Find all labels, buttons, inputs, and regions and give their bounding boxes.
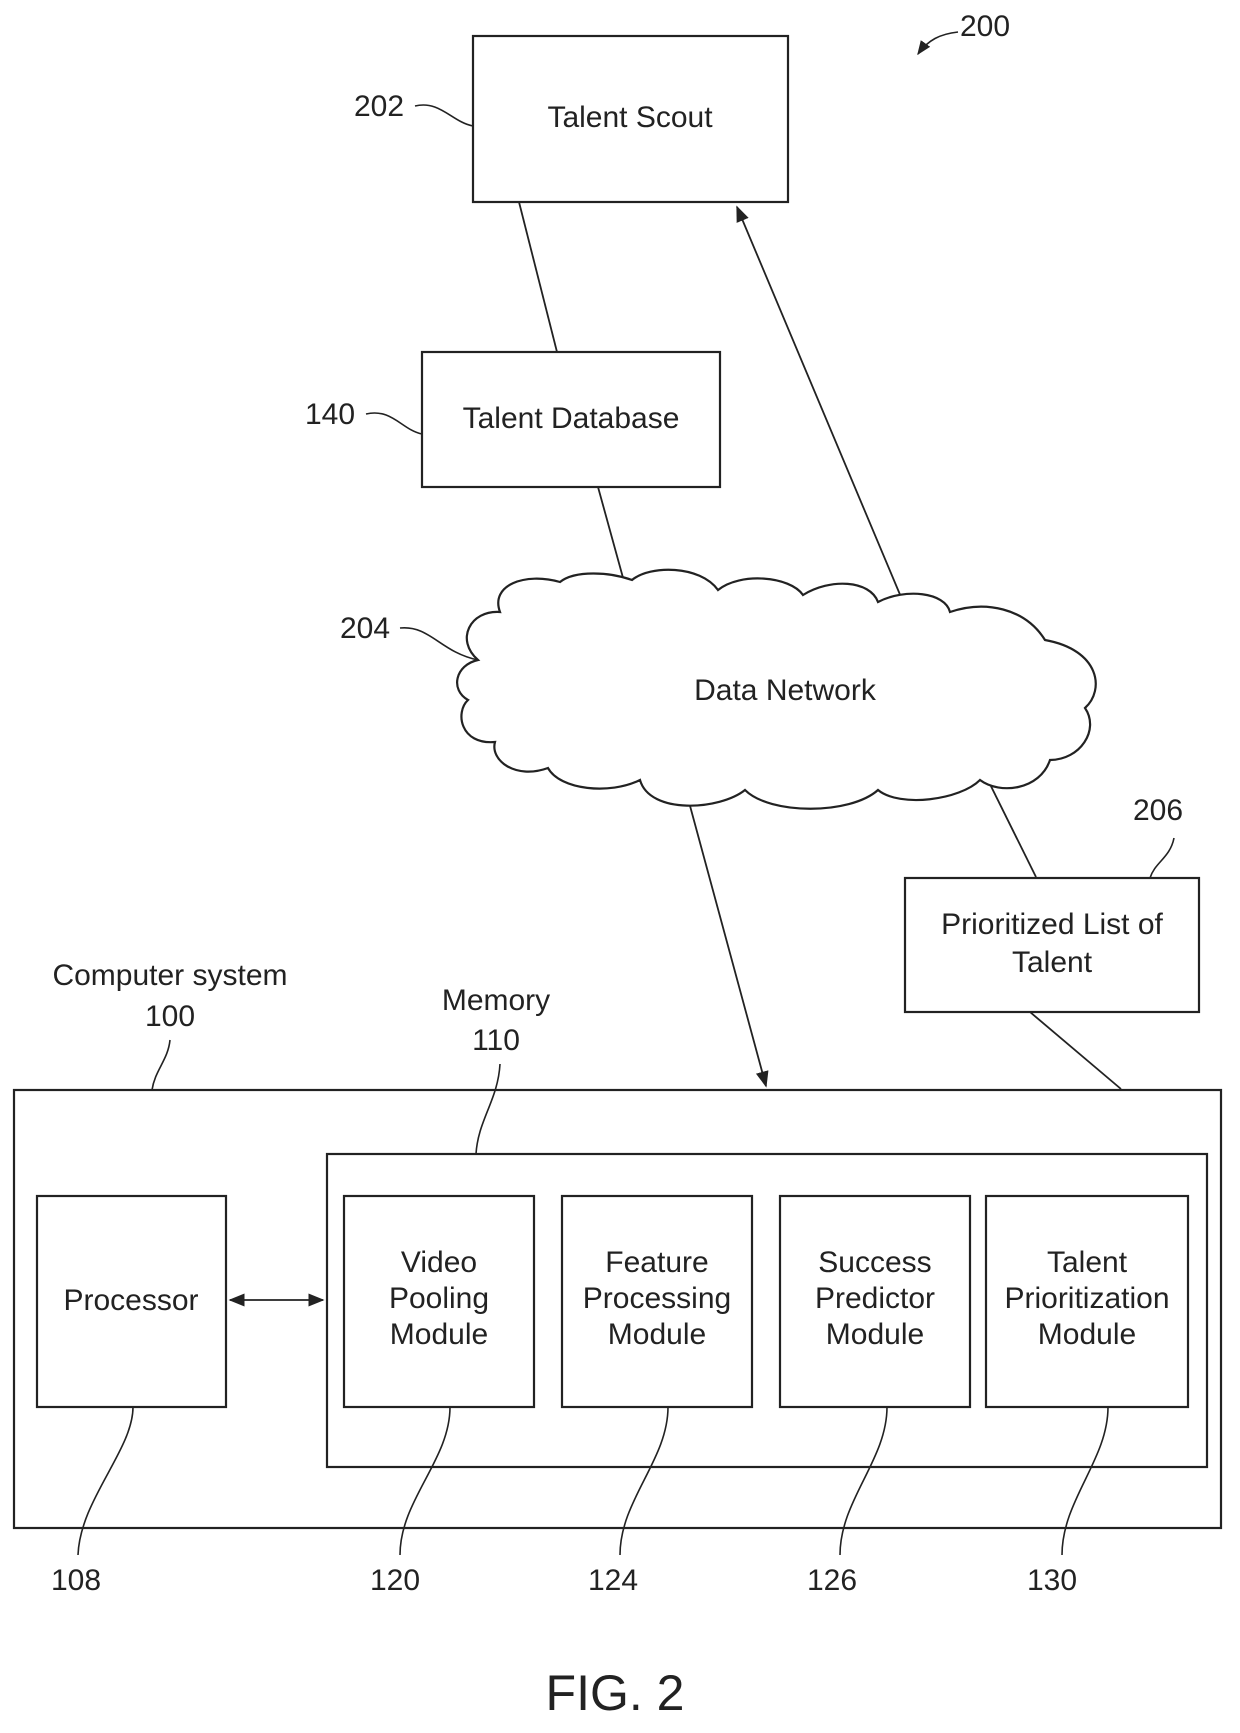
video-pooling-line3: Module: [390, 1318, 488, 1351]
module-talent-prioritization: Talent Prioritization Module 130: [984, 1194, 1190, 1597]
talent-prioritization-line3: Module: [1038, 1318, 1136, 1351]
memory-label: Memory: [442, 984, 550, 1017]
feature-processing-line1: Feature: [605, 1246, 708, 1279]
data-network-ref: 204: [340, 612, 390, 645]
computer-system-leader: [151, 1039, 171, 1091]
feature-processing-ref: 124: [588, 1564, 638, 1597]
processor-label: Processor: [63, 1284, 198, 1317]
talent-prioritization-line1: Talent: [1047, 1246, 1128, 1279]
link-network-scout-arrow: [736, 205, 902, 598]
talent-prioritization-ref: 130: [1027, 1564, 1077, 1597]
prioritized-list-ref: 206: [1133, 794, 1183, 827]
link-network-computer-arrow: [682, 779, 769, 1088]
computer-system-ref: 100: [145, 1000, 195, 1033]
computer-system-label: Computer system: [52, 959, 287, 992]
link-list-computer: [1029, 1011, 1122, 1090]
module-success-predictor: Success Predictor Module 126: [778, 1194, 972, 1597]
success-predictor-line2: Predictor: [815, 1282, 935, 1315]
prioritized-list-leader: [1149, 837, 1175, 879]
feature-processing-line2: Processing: [583, 1282, 731, 1315]
success-predictor-ref: 126: [807, 1564, 857, 1597]
prioritized-list-box: [903, 876, 1201, 1014]
video-pooling-line2: Pooling: [389, 1282, 489, 1315]
video-pooling-line1: Video: [401, 1246, 477, 1279]
feature-processing-line3: Module: [608, 1318, 706, 1351]
prioritized-list-label-line1: Prioritized List of: [941, 908, 1163, 941]
talent-scout-label: Talent Scout: [547, 101, 713, 134]
data-network-label: Data Network: [694, 674, 877, 707]
success-predictor-line1: Success: [818, 1246, 931, 1279]
success-predictor-line3: Module: [826, 1318, 924, 1351]
talent-prioritization-line2: Prioritization: [1004, 1282, 1169, 1315]
figure-caption: FIG. 2: [546, 1665, 685, 1721]
video-pooling-ref: 120: [370, 1564, 420, 1597]
talent-scout-leader: [414, 104, 474, 127]
link-scout-database: [518, 201, 558, 353]
talent-database-label: Talent Database: [463, 402, 680, 435]
figure-ref-label: 200: [960, 10, 1010, 43]
figure-ref-arrow: [917, 31, 959, 56]
talent-database-ref: 140: [305, 398, 355, 431]
talent-scout-ref: 202: [354, 90, 404, 123]
module-feature-processing: Feature Processing Module 124: [560, 1194, 754, 1597]
module-video-pooling: Video Pooling Module 120: [342, 1194, 536, 1597]
talent-database-leader: [365, 412, 423, 435]
memory-ref: 110: [472, 1024, 520, 1057]
system-diagram: 200 Talent Scout 202 Talent Database 140…: [12, 10, 1223, 1721]
prioritized-list-label-line2: Talent: [1012, 946, 1093, 979]
processor-ref: 108: [51, 1564, 101, 1597]
link-database-network: [597, 486, 626, 586]
